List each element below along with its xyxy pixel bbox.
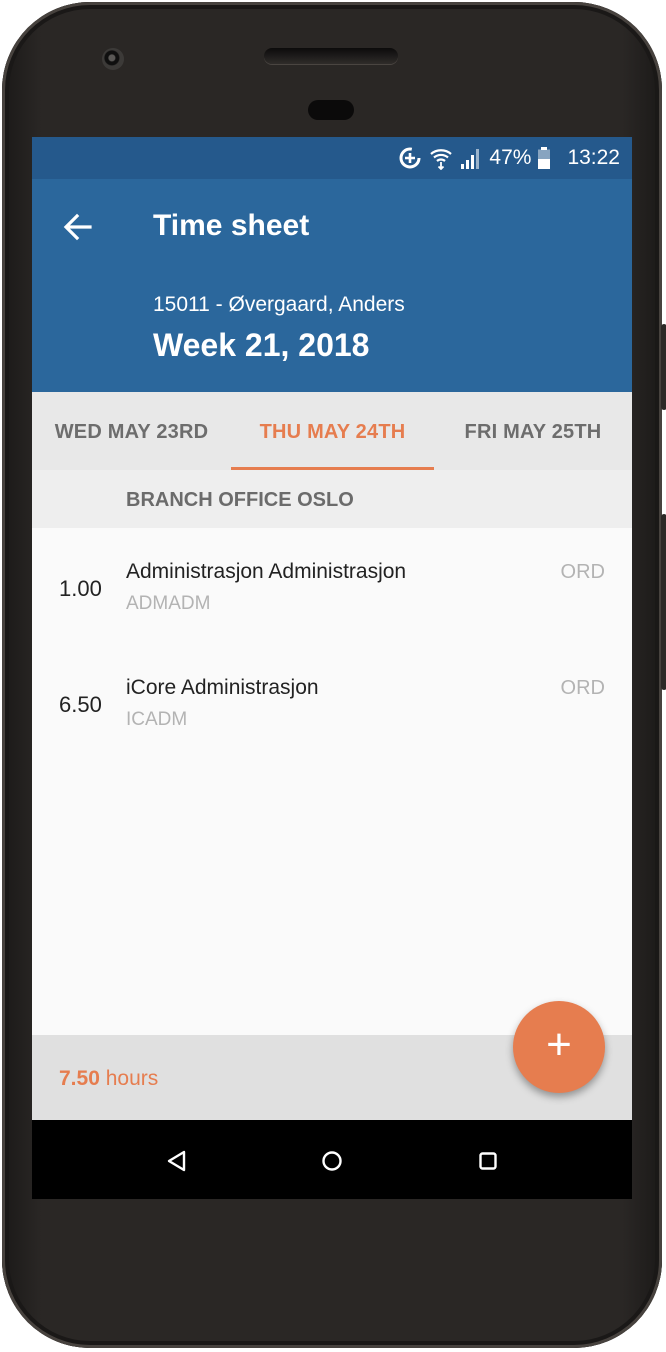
nav-home-button[interactable]	[315, 1144, 349, 1178]
week-label: Week 21, 2018	[153, 327, 370, 363]
total-hours: 7.50 hours	[59, 1067, 158, 1091]
arrow-back-icon	[58, 213, 98, 251]
earpiece-speaker	[264, 48, 398, 64]
entry-code: ICADM	[126, 709, 188, 730]
total-hours-value: 7.50	[59, 1067, 100, 1090]
tab-wed-may-23rd[interactable]: WED MAY 23RD	[32, 392, 231, 470]
clock: 13:22	[567, 146, 620, 169]
wifi-icon	[429, 146, 453, 170]
entry-hours: 1.00	[59, 576, 102, 601]
total-hours-unit: hours	[105, 1067, 159, 1090]
data-saver-icon	[397, 145, 423, 171]
signal-icon	[459, 146, 483, 170]
add-icon: +	[546, 1020, 572, 1069]
app-bar: Time sheet 15011 - Øvergaard, Anders Wee…	[32, 179, 632, 392]
nav-home-icon	[315, 1144, 349, 1178]
proximity-sensor	[308, 100, 354, 120]
nav-back-button[interactable]	[160, 1144, 194, 1178]
entry-name: Administrasjon Administrasjon	[126, 560, 407, 583]
front-camera	[102, 48, 124, 70]
screen: 47% 13:22 Time sheet 15011 - Øvergaard, …	[32, 137, 632, 1199]
day-tabs: WED MAY 23RD THU MAY 24TH FRI MAY 25TH	[32, 392, 632, 470]
power-button	[661, 324, 666, 410]
status-icons: 47% 13:22	[397, 137, 620, 179]
phone-frame: 47% 13:22 Time sheet 15011 - Øvergaard, …	[2, 2, 666, 1348]
battery-icon	[537, 146, 551, 170]
entry-code: ADMADM	[126, 593, 211, 614]
employee-name: 15011 - Øvergaard, Anders	[153, 293, 405, 316]
list-item[interactable]: 6.50 iCore Administrasjon ICADM ORD	[32, 644, 632, 760]
tab-thu-may-24th[interactable]: THU MAY 24TH	[231, 392, 434, 470]
status-bar: 47% 13:22	[32, 137, 632, 179]
list-item[interactable]: 1.00 Administrasjon Administrasjon ADMAD…	[32, 528, 632, 644]
add-entry-button[interactable]: +	[513, 1001, 605, 1093]
back-button[interactable]	[58, 207, 98, 247]
section-header: BRANCH OFFICE OSLO	[32, 470, 632, 528]
entry-hours: 6.50	[59, 692, 102, 717]
navigation-bar	[32, 1120, 632, 1199]
nav-recents-button[interactable]	[471, 1144, 505, 1178]
nav-back-icon	[160, 1144, 194, 1178]
entry-type: ORD	[560, 677, 605, 699]
section-title: BRANCH OFFICE OSLO	[126, 489, 354, 511]
nav-recents-icon	[471, 1144, 505, 1178]
entry-name: iCore Administrasjon	[126, 676, 319, 699]
battery-percent: 47%	[489, 146, 532, 169]
tab-fri-may-25th[interactable]: FRI MAY 25TH	[434, 392, 632, 470]
page-title: Time sheet	[153, 209, 310, 242]
entry-type: ORD	[560, 561, 605, 583]
volume-button	[661, 514, 666, 690]
